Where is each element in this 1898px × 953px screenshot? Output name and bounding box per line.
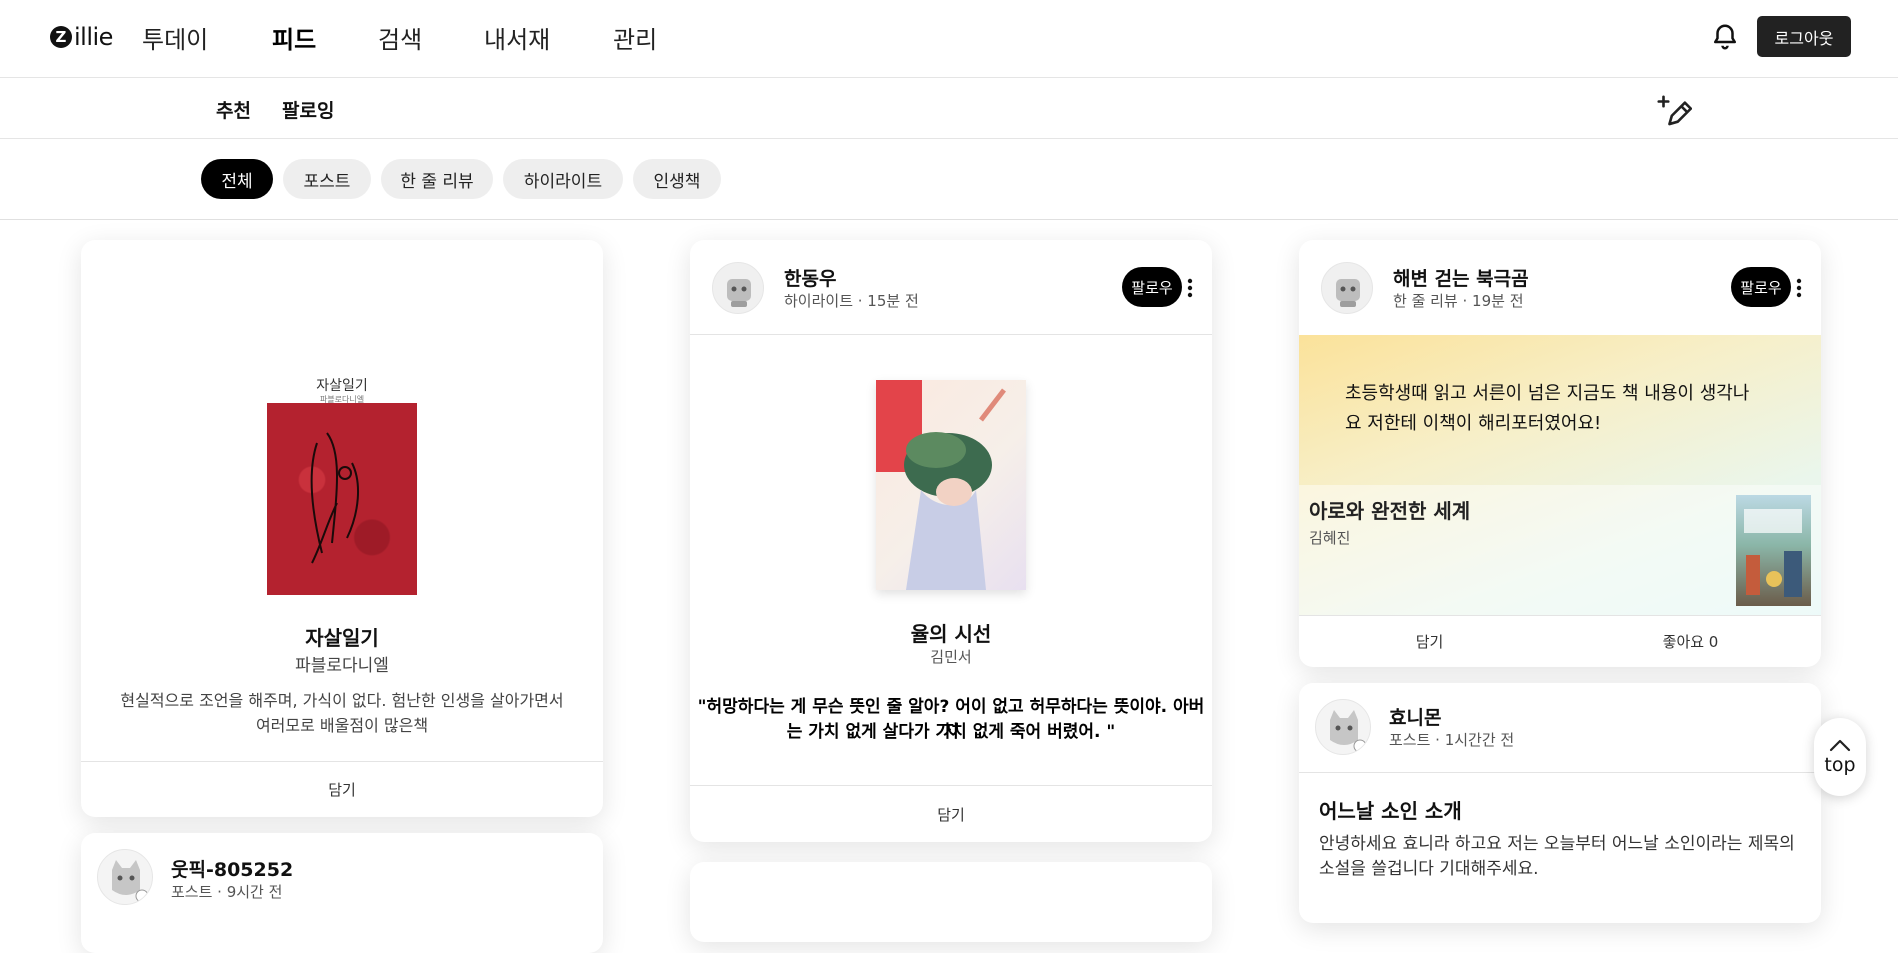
post-card[interactable]: 효니몬 포스트 · 1시간간 전 어느날 소인 소개 안녕하세요 효니라 하고요…	[1299, 683, 1821, 923]
logo-text: illie	[74, 23, 113, 51]
post-body-line-2: 소설을 쓸겁니다 기대해주세요.	[1319, 859, 1539, 879]
logout-button[interactable]: 로그아웃	[1757, 16, 1851, 57]
write-icon[interactable]	[1654, 92, 1692, 130]
nav-tab-feed[interactable]: 피드	[272, 20, 316, 55]
book-title[interactable]: 아로와 완전한 세계	[1309, 495, 1470, 524]
cover-top-title: 자살일기	[316, 378, 368, 394]
like-button[interactable]: 좋아요 0	[1560, 616, 1821, 667]
book-author: 김민서	[930, 648, 972, 666]
book-description-line-2: 여러모로 배울점이 많은책	[255, 716, 429, 735]
top-navigation: Z illie 투데이 피드 검색 내서재 관리 로그아웃	[0, 0, 1898, 78]
logo-mark: Z	[50, 26, 72, 48]
highlight-quote-line-2: 는 가치 없게 살다가 가치 없게 죽어 버렸어. "	[786, 722, 1116, 742]
follow-button[interactable]: 팔로우	[1122, 267, 1182, 307]
review-card[interactable]: 해변 걷는 북극곰 한 줄 리뷰 · 19분 전 팔로우 초등학생때 읽고 서른…	[1299, 240, 1821, 667]
feed-card[interactable]	[690, 862, 1212, 942]
chip-post[interactable]: 포스트	[283, 159, 371, 199]
avatar[interactable]	[712, 262, 764, 314]
chevron-up-icon	[1829, 739, 1851, 752]
nav-tab-library[interactable]: 내서재	[484, 20, 550, 55]
username[interactable]: 효니몬	[1389, 703, 1441, 730]
divider	[690, 334, 1212, 335]
chip-one-line-review[interactable]: 한 줄 리뷰	[381, 159, 493, 199]
post-meta: 포스트 · 9시간 전	[171, 883, 283, 901]
post-meta: 포스트 · 1시간간 전	[1389, 731, 1515, 749]
username[interactable]: 한동우	[784, 264, 836, 291]
book-cover-image	[876, 380, 1026, 590]
scroll-top-button[interactable]: top	[1814, 718, 1866, 796]
book-card[interactable]: 자살일기 파블로다니엘 자살일기 파블로다니엘 현실적으로 조언을 해주며, 가…	[81, 240, 603, 817]
scroll-top-label: top	[1824, 754, 1856, 776]
chip-highlight[interactable]: 하이라이트	[503, 159, 623, 199]
book-title[interactable]: 율의 시선	[690, 618, 1212, 647]
book-description-line-1: 현실적으로 조언을 해주며, 가식이 없다. 험난한 인생을 살아가면서	[120, 691, 564, 710]
chip-all[interactable]: 전체	[201, 159, 273, 199]
divider	[1299, 772, 1821, 773]
book-info-strip[interactable]: 아로와 완전한 세계 김혜진	[1299, 485, 1821, 615]
chip-life-book[interactable]: 인생책	[633, 159, 721, 199]
filter-chip-bar: 전체 포스트 한 줄 리뷰 하이라이트 인생책	[0, 139, 1898, 220]
more-options-icon[interactable]	[1793, 276, 1805, 300]
post-meta: 하이라이트 · 15분 전	[784, 292, 919, 310]
book-thumbnail	[1736, 495, 1811, 606]
avatar[interactable]	[1321, 262, 1373, 314]
post-title[interactable]: 어느날 소인 소개	[1319, 795, 1462, 824]
bell-icon[interactable]	[1710, 22, 1740, 52]
post-body-line-1: 안녕하세요 효니라 하고요 저는 오늘부터 어느날 소인이라는 제목의	[1319, 834, 1795, 854]
username[interactable]: 웃픽-805252	[171, 855, 293, 882]
nav-tab-search[interactable]: 검색	[378, 20, 422, 55]
nav-tab-today[interactable]: 투데이	[142, 20, 208, 55]
save-button[interactable]: 담기	[1299, 616, 1560, 667]
save-button[interactable]: 담기	[81, 761, 603, 817]
avatar[interactable]	[1315, 699, 1371, 755]
highlight-card[interactable]: 한동우 하이라이트 · 15분 전 팔로우 율의 시선 김민서 "허망하다는 게…	[690, 240, 1212, 842]
book-cover-image	[267, 403, 417, 595]
review-body: 초등학생때 읽고 서른이 넘은 지금도 책 내용이 생각나 요 저한테 이책이 …	[1299, 335, 1821, 615]
review-text-line-1: 초등학생때 읽고 서른이 넘은 지금도 책 내용이 생각나	[1345, 383, 1750, 404]
follow-button[interactable]: 팔로우	[1731, 267, 1791, 307]
book-author: 김혜진	[1309, 529, 1351, 547]
post-meta: 한 줄 리뷰 · 19분 전	[1393, 292, 1524, 310]
app-logo[interactable]: Z illie	[50, 22, 113, 52]
book-author: 파블로다니엘	[295, 656, 389, 676]
username[interactable]: 해변 걷는 북극곰	[1393, 264, 1529, 291]
book-title[interactable]: 자살일기	[81, 622, 603, 651]
nav-tab-manage[interactable]: 관리	[613, 20, 657, 55]
feed-subnav: 추천 팔로잉	[0, 78, 1898, 139]
save-button[interactable]: 담기	[690, 785, 1212, 842]
post-card[interactable]: 웃픽-805252 포스트 · 9시간 전	[81, 833, 603, 953]
subtab-following[interactable]: 팔로잉	[282, 96, 334, 123]
subtab-recommended[interactable]: 추천	[216, 96, 251, 123]
more-options-icon[interactable]	[1184, 276, 1196, 300]
review-text-line-2: 요 저한테 이책이 해리포터였어요!	[1345, 413, 1602, 434]
avatar[interactable]	[97, 849, 153, 905]
